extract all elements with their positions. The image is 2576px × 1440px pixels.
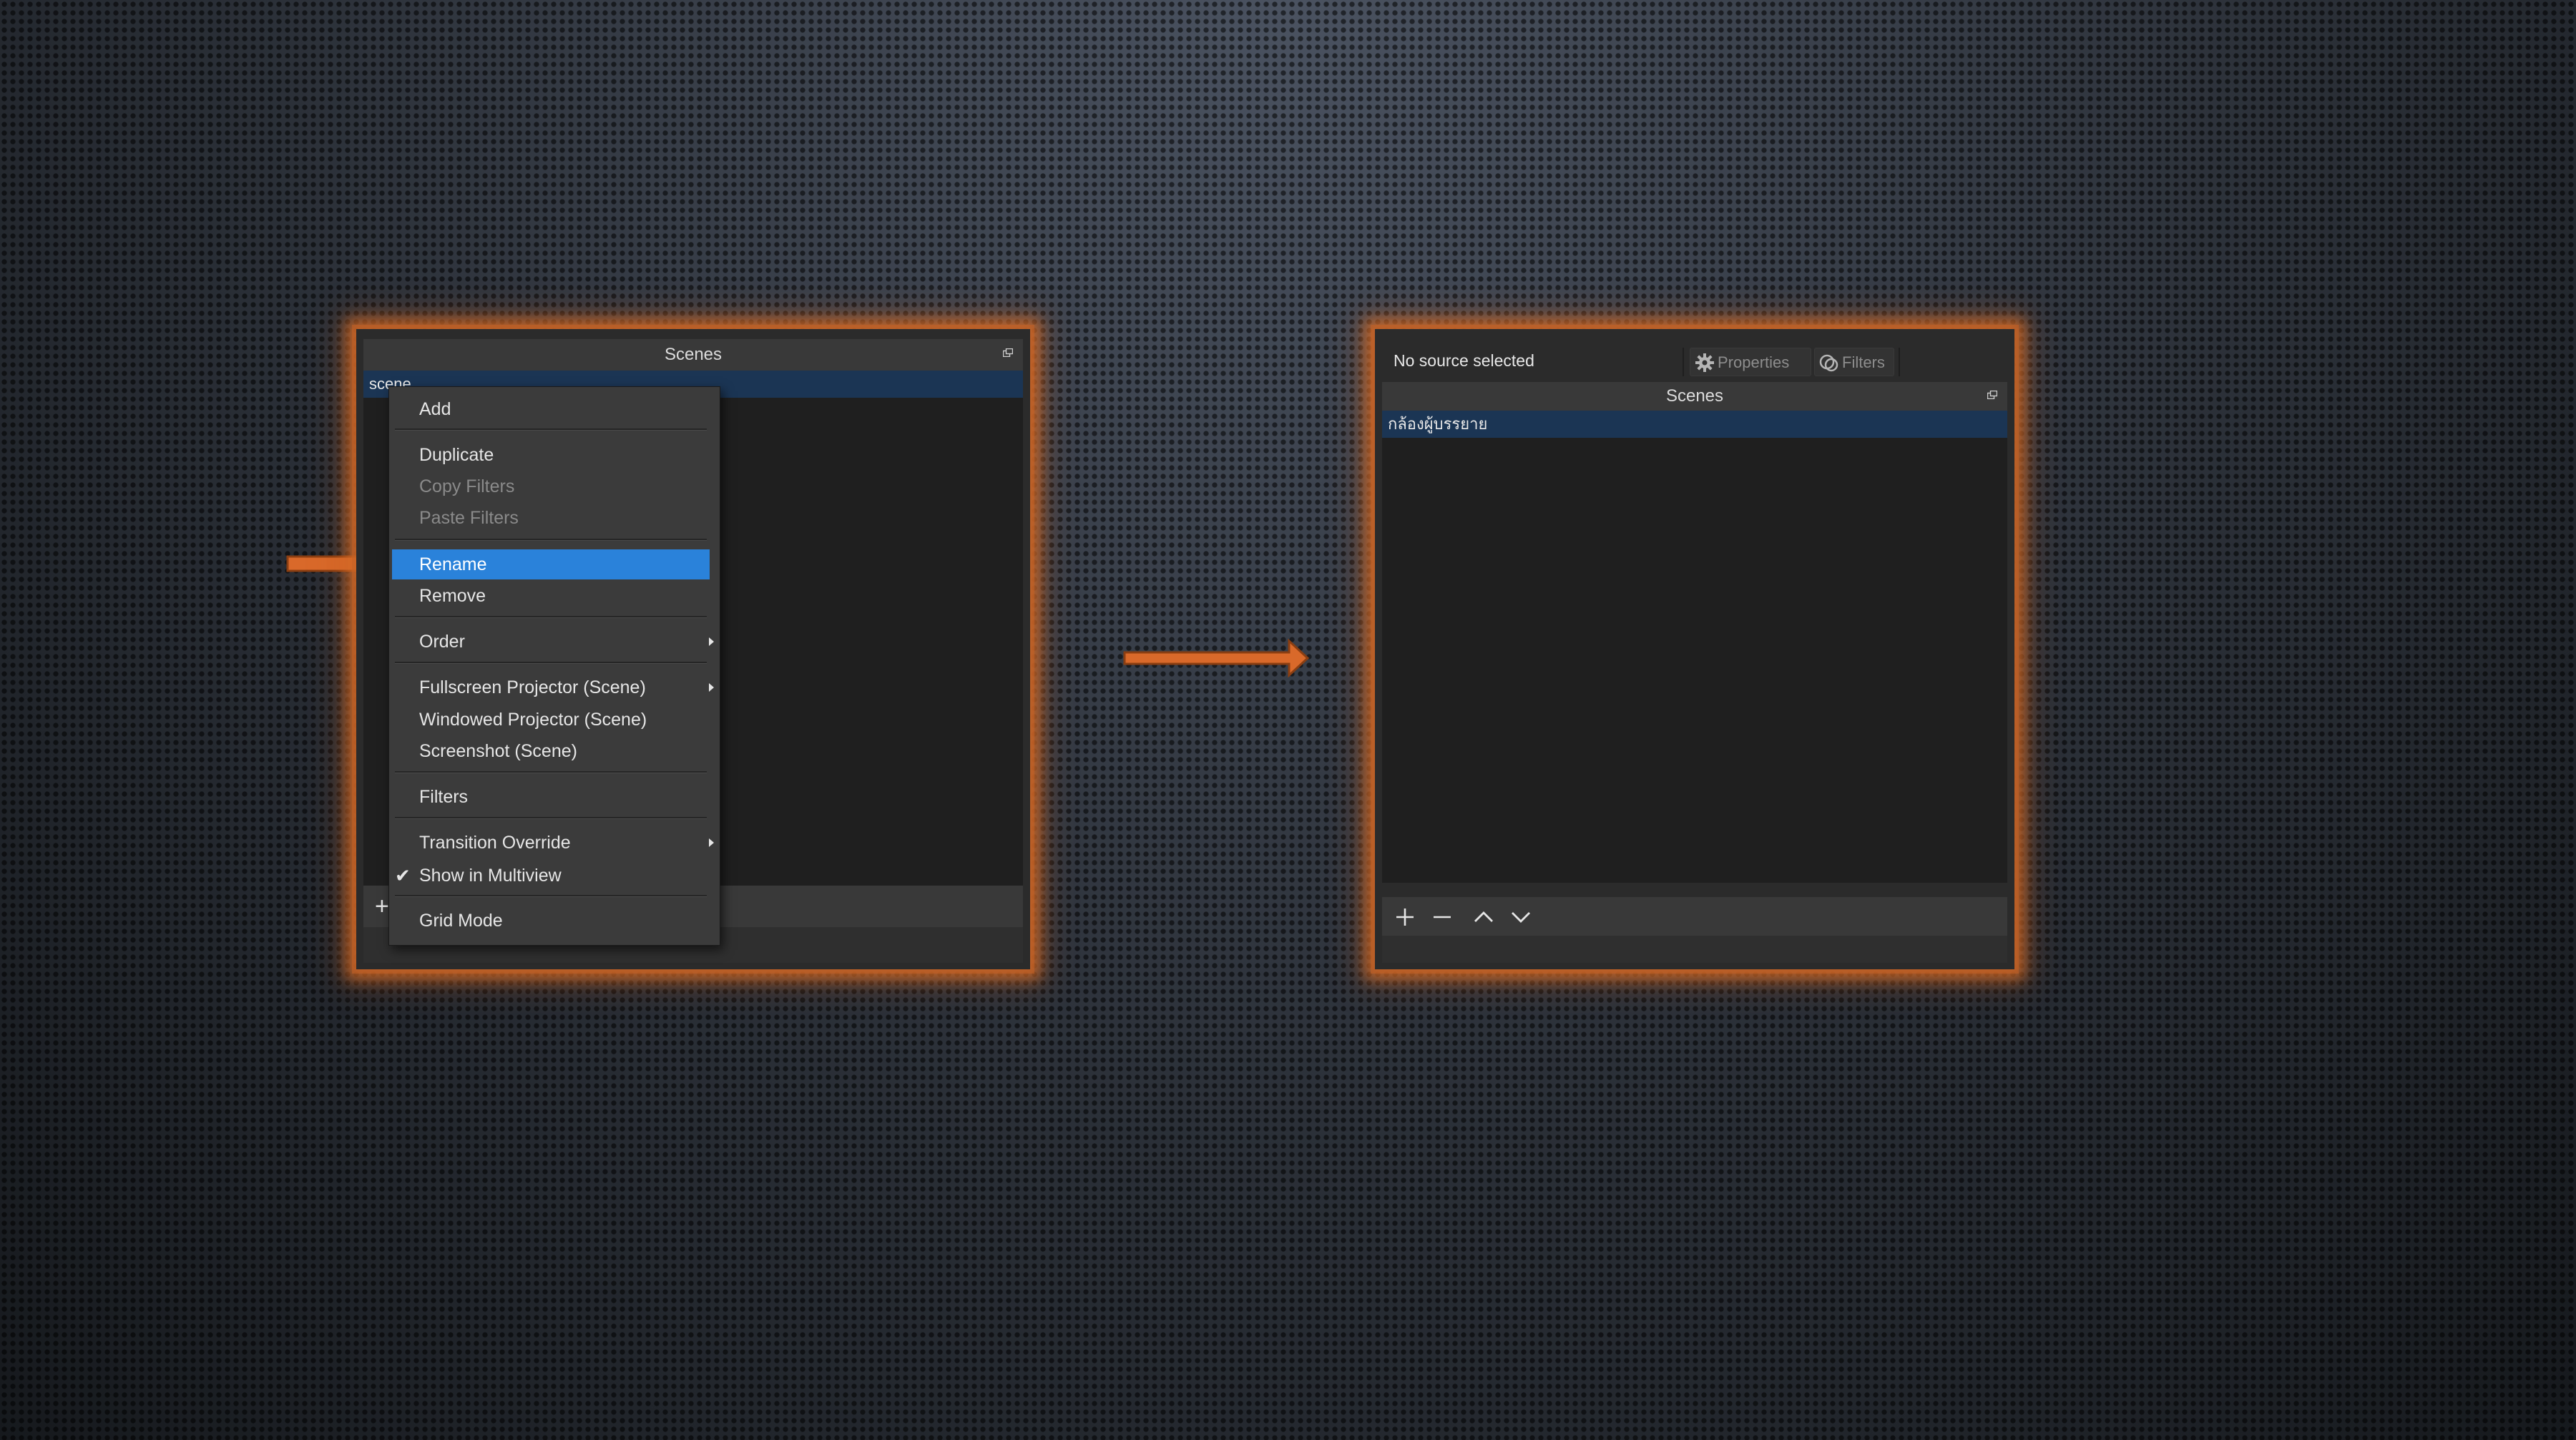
scenes-toolbar <box>1382 897 2007 936</box>
menu-item-transition-override[interactable]: Transition Override <box>392 828 714 858</box>
scenes-dock-title: Scenes <box>1382 382 2007 411</box>
properties-button[interactable]: Properties <box>1690 348 1811 376</box>
menu-separator <box>395 771 707 773</box>
menu-item-fullscreen-projector[interactable]: Fullscreen Projector (Scene) <box>392 672 714 702</box>
scenes-dock-after: No source selected Properties Filters Sc… <box>1375 329 2014 969</box>
menu-item-remove[interactable]: Remove <box>392 581 710 611</box>
gear-icon <box>1695 353 1714 372</box>
menu-item-paste-filters: Paste Filters <box>419 508 519 528</box>
minus-icon[interactable] <box>1429 904 1455 930</box>
menu-item-add[interactable]: Add <box>392 394 710 424</box>
menu-item-screenshot[interactable]: Screenshot (Scene) <box>392 736 710 766</box>
menu-separator <box>395 428 707 431</box>
scenes-dock-title-text: Scenes <box>664 345 723 364</box>
pointer-arrow-middle-icon <box>1123 638 1310 678</box>
menu-item-filters[interactable]: Filters <box>392 782 710 812</box>
plus-icon[interactable] <box>1392 904 1418 930</box>
menu-item-windowed-projector[interactable]: Windowed Projector (Scene) <box>392 705 710 735</box>
float-dock-icon[interactable] <box>1003 348 1013 357</box>
scenes-dock-title-text: Scenes <box>1665 386 1724 406</box>
dock-bottom-strip <box>1382 936 2007 963</box>
toolbar-separator <box>1683 348 1684 376</box>
float-dock-icon[interactable] <box>1987 391 1997 399</box>
filters-label: Filters <box>1842 353 1885 371</box>
scene-context-menu: Add Duplicate Copy Filters Paste Filters… <box>388 386 720 946</box>
scene-list-item[interactable]: กล้องผู้บรรยาย <box>1382 411 2007 438</box>
chevron-up-icon[interactable] <box>1471 904 1497 930</box>
source-toolbar: No source selected Properties Filters <box>1382 339 2007 382</box>
scenes-dock-title: Scenes <box>363 339 1023 371</box>
submenu-arrow-icon <box>709 637 714 646</box>
menu-separator <box>395 539 707 541</box>
filters-button[interactable]: Filters <box>1814 348 1894 376</box>
toolbar-separator <box>1899 348 1900 376</box>
menu-item-order[interactable]: Order <box>392 627 714 657</box>
add-scene-icon[interactable]: + <box>375 894 389 919</box>
submenu-arrow-icon <box>709 683 714 692</box>
chevron-down-icon[interactable] <box>1508 904 1534 930</box>
filter-icon <box>1819 354 1838 372</box>
menu-separator <box>395 616 707 618</box>
properties-label: Properties <box>1718 353 1790 371</box>
menu-separator <box>395 662 707 664</box>
menu-item-show-in-multiview[interactable]: ✔ Show in Multiview <box>392 861 710 891</box>
menu-separator <box>395 817 707 819</box>
menu-item-rename[interactable]: Rename <box>392 549 710 579</box>
scene-list[interactable]: กล้องผู้บรรยาย <box>1382 411 2007 883</box>
menu-item-duplicate[interactable]: Duplicate <box>392 440 710 470</box>
menu-item-copy-filters: Copy Filters <box>419 476 515 496</box>
checkmark-icon: ✔ <box>395 865 411 886</box>
menu-item-grid-mode[interactable]: Grid Mode <box>392 906 710 936</box>
submenu-arrow-icon <box>709 838 714 847</box>
menu-separator <box>395 895 707 897</box>
source-status-label: No source selected <box>1394 351 1534 370</box>
